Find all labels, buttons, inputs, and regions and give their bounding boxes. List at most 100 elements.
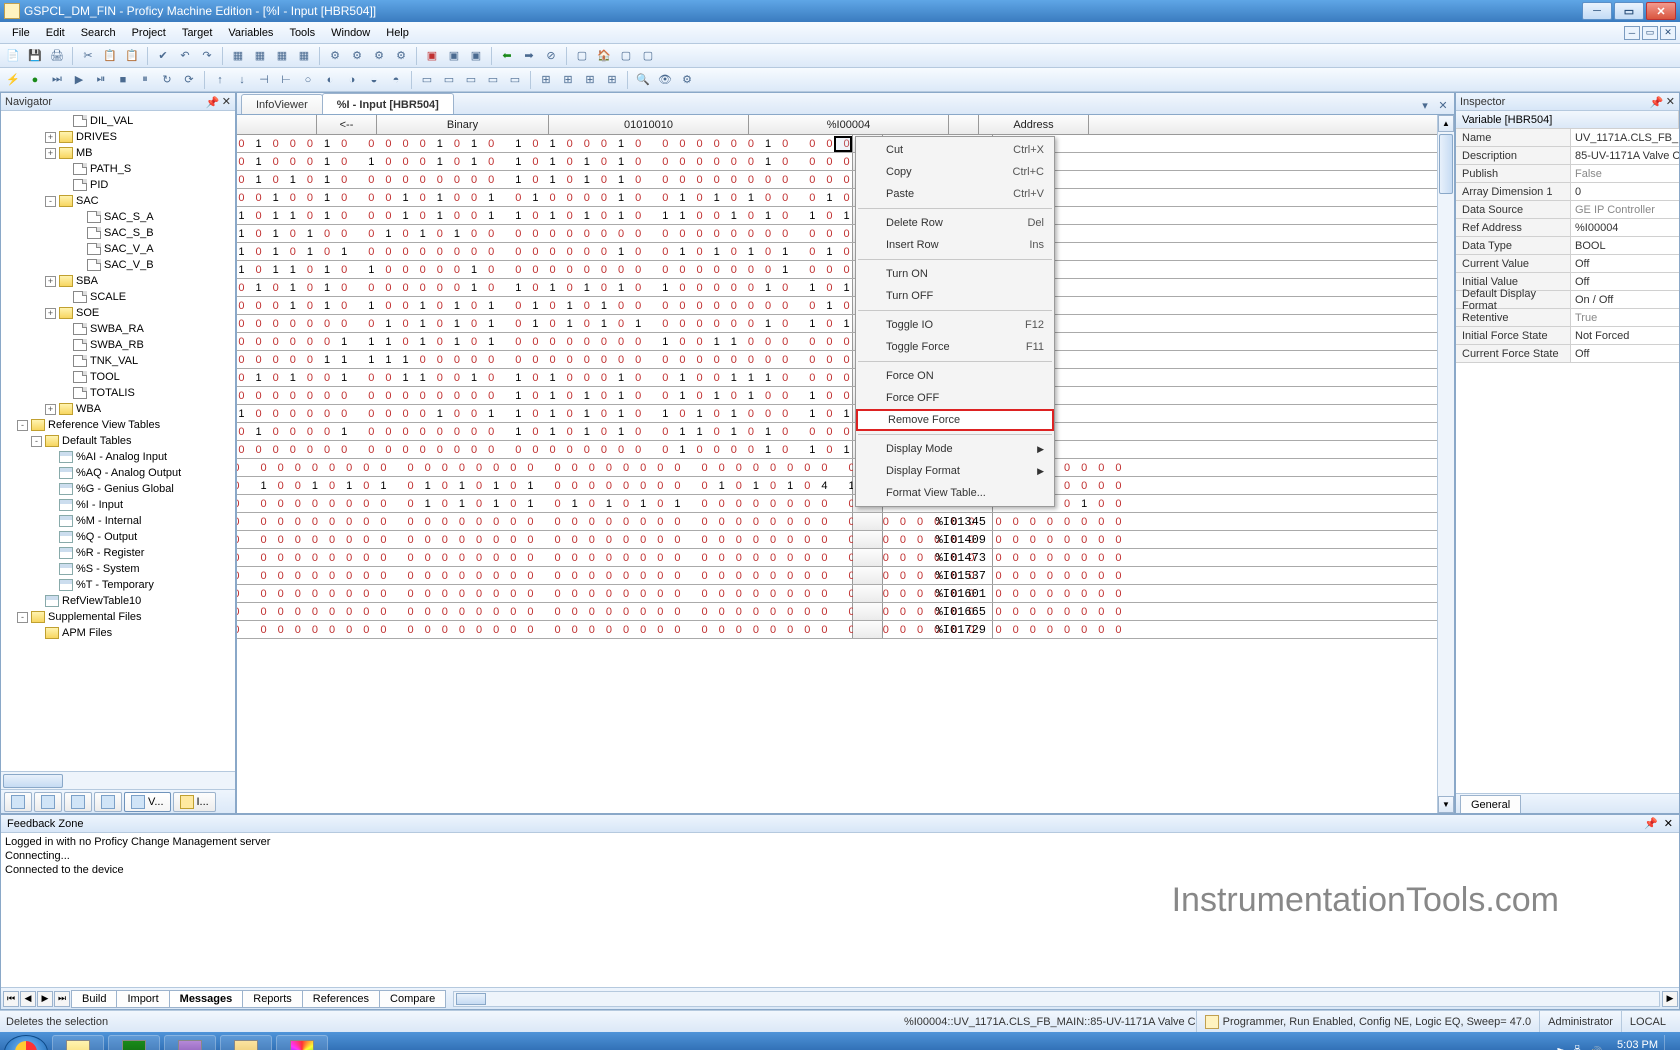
close-button[interactable]: ✕ <box>1646 2 1676 20</box>
tree-item[interactable]: %AQ - Analog Output <box>3 465 235 481</box>
tool-icon[interactable]: 📋 <box>101 47 119 65</box>
grid-row[interactable]: 0000101010101010000000001010101000000000… <box>237 171 1437 189</box>
grid-row[interactable]: 0000000000000000000000000000000000000000… <box>237 603 1437 621</box>
grid-row[interactable]: 0000000000000000000000000000000000000000… <box>237 459 1437 477</box>
scroll-up-icon[interactable]: ▲ <box>1438 115 1454 132</box>
property-row[interactable]: Data SourceGE IP Controller <box>1456 201 1679 219</box>
inspector-tab-general[interactable]: General <box>1460 795 1521 813</box>
property-row[interactable]: NameUV_1171A.CLS_FB_MA <box>1456 129 1679 147</box>
panel-close-icon[interactable]: ✕ <box>1666 95 1675 108</box>
tool-icon[interactable]: ▣ <box>445 47 463 65</box>
grid-row[interactable]: 0000000001011010100000100000000000000001… <box>237 261 1437 279</box>
tool-icon[interactable]: ▦ <box>251 47 269 65</box>
menu-target[interactable]: Target <box>174 25 221 41</box>
col-value[interactable]: 01010010 <box>549 115 749 134</box>
tool-icon[interactable]: ▭ <box>462 71 480 89</box>
tool-icon[interactable]: 💾 <box>26 47 44 65</box>
mdi-minimize[interactable]: ─ <box>1624 26 1640 40</box>
tree-item[interactable]: SAC_V_B <box>3 257 235 273</box>
col-binary[interactable]: Binary <box>377 115 549 134</box>
tool-icon[interactable]: ◑ <box>343 71 361 89</box>
tool-icon[interactable]: ➡ <box>520 47 538 65</box>
tool-icon[interactable]: ▣ <box>423 47 441 65</box>
tool-icon[interactable]: ⟳ <box>180 71 198 89</box>
nav-tab[interactable] <box>64 792 92 812</box>
tool-icon[interactable]: ▢ <box>573 47 591 65</box>
grid-row[interactable]: 0000000000000011111000000000000000000000… <box>237 351 1437 369</box>
tree-item[interactable]: TOOL <box>3 369 235 385</box>
col-address[interactable]: Address <box>979 115 1089 134</box>
tool-icon[interactable]: ◓ <box>387 71 405 89</box>
pin-icon[interactable]: 📌 <box>1650 96 1662 108</box>
grid-row[interactable]: 0000000100000000000000001010101001010100… <box>237 387 1437 405</box>
tool-icon[interactable]: ⚡ <box>4 71 22 89</box>
menu-tools[interactable]: Tools <box>281 25 323 41</box>
mdi-close[interactable]: ✕ <box>1660 26 1676 40</box>
tree-item[interactable]: +WBA <box>3 401 235 417</box>
tool-icon[interactable]: 🖨 <box>48 47 66 65</box>
tool-icon[interactable]: ⚙ <box>326 47 344 65</box>
grid-vscroll[interactable]: ▲ ▼ <box>1437 115 1454 813</box>
panel-close-icon[interactable]: ✕ <box>1664 817 1673 830</box>
tool-icon[interactable]: 📋 <box>123 47 141 65</box>
grid-row[interactable]: 0101010101010101000000000000001001010101… <box>237 243 1437 261</box>
menu-item[interactable]: Toggle IOF12 <box>856 314 1054 336</box>
grid-row[interactable]: 0000000000000001110101010000000010011000… <box>237 333 1437 351</box>
grid-row[interactable]: 0001011010101010000000101010101010000010… <box>237 279 1437 297</box>
doc-tab-infoviewer[interactable]: InfoViewer <box>241 94 323 114</box>
grid-row[interactable]: 0000000000000000000000000000000000000000… <box>237 549 1437 567</box>
taskbar-app[interactable] <box>52 1035 104 1050</box>
tree-item[interactable]: SWBA_RB <box>3 337 235 353</box>
tool-icon[interactable]: ⊢ <box>277 71 295 89</box>
navigator-hscroll[interactable] <box>1 771 235 789</box>
col-ref[interactable]: %I00004 <box>749 115 949 134</box>
tool-icon[interactable]: ⊞ <box>603 71 621 89</box>
panel-close-icon[interactable]: ✕ <box>222 95 231 108</box>
grid-row[interactable]: 0000000010101010100101010101010100000000… <box>237 477 1437 495</box>
tool-icon[interactable]: ▦ <box>295 47 313 65</box>
tool-icon[interactable]: ↓ <box>233 71 251 89</box>
grid-row[interactable]: 0000000000000000000000000000000000000000… <box>237 567 1437 585</box>
grid-row[interactable]: 0000000001000000000010011010101010101000… <box>237 405 1437 423</box>
tool-icon[interactable]: ▢ <box>639 47 657 65</box>
menu-item[interactable]: Delete RowDel <box>856 212 1054 234</box>
tree-item[interactable]: SWBA_RA <box>3 321 235 337</box>
tool-icon[interactable]: ⚙ <box>370 47 388 65</box>
fb-tab[interactable]: Compare <box>379 990 446 1008</box>
property-row[interactable]: PublishFalse <box>1456 165 1679 183</box>
tool-icon[interactable]: ▶ <box>70 71 88 89</box>
tool-icon[interactable]: ⊘ <box>542 47 560 65</box>
nav-tab[interactable] <box>4 792 32 812</box>
menu-item[interactable]: Toggle ForceF11 <box>856 336 1054 358</box>
fb-tab[interactable]: Build <box>71 990 117 1008</box>
menu-item[interactable]: PasteCtrl+V <box>856 183 1054 205</box>
menu-edit[interactable]: Edit <box>38 25 73 41</box>
tool-icon[interactable]: ⊞ <box>537 71 555 89</box>
tool-icon[interactable]: ⚙ <box>678 71 696 89</box>
col-back[interactable]: <-- <box>317 115 377 134</box>
property-row[interactable]: Default Display FormatOn / Off <box>1456 291 1679 309</box>
tool-icon[interactable]: ⚙ <box>392 47 410 65</box>
tree-item[interactable]: +SBA <box>3 273 235 289</box>
property-row[interactable]: Ref Address%I00004 <box>1456 219 1679 237</box>
tree-item[interactable]: +DRIVES <box>3 129 235 145</box>
grid-row[interactable]: 0010101010100010100010101010101000000010… <box>237 153 1437 171</box>
tool-icon[interactable]: ⊞ <box>559 71 577 89</box>
menu-item[interactable]: Format View Table... <box>856 482 1054 504</box>
tool-icon[interactable]: ⊣ <box>255 71 273 89</box>
tool-icon[interactable]: ◒ <box>365 71 383 89</box>
property-list[interactable]: NameUV_1171A.CLS_FB_MADescription85-UV-1… <box>1456 129 1679 793</box>
property-row[interactable]: Array Dimension 10 <box>1456 183 1679 201</box>
fb-tab[interactable]: Import <box>116 990 169 1008</box>
mdi-restore[interactable]: ▭ <box>1642 26 1658 40</box>
tab-first-icon[interactable]: ⏮ <box>3 991 19 1007</box>
grid-body[interactable]: 0001001010100010000010101010001000000010… <box>237 135 1437 813</box>
tool-icon[interactable]: ↷ <box>198 47 216 65</box>
grid-row[interactable]: 0010100101010100010101000000000000000000… <box>237 225 1437 243</box>
menu-window[interactable]: Window <box>323 25 378 41</box>
tool-icon[interactable]: ▣ <box>467 47 485 65</box>
tool-icon[interactable]: ⚙ <box>348 47 366 65</box>
scroll-right-icon[interactable]: ▶ <box>1662 991 1678 1007</box>
nav-tab[interactable] <box>94 792 122 812</box>
tool-icon[interactable]: ▭ <box>418 71 436 89</box>
